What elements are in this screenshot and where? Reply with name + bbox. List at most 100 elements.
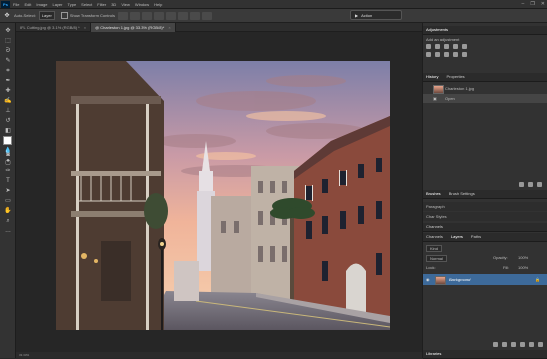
- history-item-open[interactable]: ▣ Open: [423, 94, 547, 103]
- tab-paths[interactable]: Paths: [471, 233, 481, 241]
- menu-bar: Ps File Edit Image Layer Type Select Fil…: [0, 0, 547, 9]
- crop-icon[interactable]: ⌗: [3, 67, 13, 75]
- tab-layers[interactable]: Layers: [451, 233, 463, 241]
- align-middle-icon[interactable]: [165, 11, 176, 20]
- vibrance-icon[interactable]: [462, 44, 467, 49]
- new-snapshot-icon[interactable]: [519, 182, 524, 187]
- move-tool-icon[interactable]: ✥: [0, 9, 14, 23]
- path-select-icon[interactable]: ➤: [3, 187, 13, 195]
- photo-filter-icon[interactable]: [453, 52, 458, 57]
- 3d-mode-icon[interactable]: [201, 11, 212, 20]
- paragraph-tab[interactable]: Paragraph: [423, 202, 547, 211]
- menu-3d[interactable]: 3D: [111, 2, 116, 7]
- align-right-icon[interactable]: [141, 11, 152, 20]
- menu-help[interactable]: Help: [154, 2, 162, 7]
- tab-history[interactable]: History: [426, 73, 438, 81]
- tab-charleston[interactable]: @ Charleston 1.jpg @ 33.3% (RGB/8)* ×: [91, 23, 176, 32]
- close-tab-icon[interactable]: ×: [84, 23, 86, 32]
- bw-icon[interactable]: [444, 52, 449, 57]
- fill-value[interactable]: 100%: [518, 265, 528, 270]
- menu-view[interactable]: View: [121, 2, 130, 7]
- opacity-label: Opacity:: [493, 255, 508, 260]
- shape-icon[interactable]: ▭: [3, 197, 13, 205]
- document-tabs: IFL Cutting.jpg @ 3.1% (RGB/8) * × @ Cha…: [16, 23, 422, 32]
- document-canvas-image[interactable]: [56, 61, 390, 330]
- zoom-icon[interactable]: ⌕: [3, 217, 13, 225]
- menu-filter[interactable]: Filter: [97, 2, 106, 7]
- brush-icon[interactable]: ✍: [3, 97, 13, 105]
- layer-name[interactable]: Background: [449, 277, 470, 282]
- hue-sat-icon[interactable]: [426, 52, 431, 57]
- history-brush-icon[interactable]: ↺: [3, 117, 13, 125]
- marquee-icon[interactable]: ⬚: [3, 37, 13, 45]
- history-item-snapshot[interactable]: Charleston 1.jpg: [423, 84, 547, 94]
- align-bottom-icon[interactable]: [177, 11, 188, 20]
- layer-row-background[interactable]: ◉ Background 🔒: [423, 274, 547, 285]
- close-tab-icon[interactable]: ×: [168, 23, 170, 32]
- curves-icon[interactable]: [444, 44, 449, 49]
- lasso-icon[interactable]: ᘐ: [3, 47, 13, 55]
- quick-select-icon[interactable]: ✎: [3, 57, 13, 65]
- exposure-icon[interactable]: [453, 44, 458, 49]
- camera-icon[interactable]: [528, 182, 533, 187]
- char-styles-tab[interactable]: Char Styles: [423, 212, 547, 221]
- maximize-icon[interactable]: ❐: [530, 1, 534, 7]
- folder-icon[interactable]: [529, 342, 534, 347]
- align-left-icon[interactable]: [117, 11, 128, 20]
- eyedropper-icon[interactable]: ✒: [3, 77, 13, 85]
- menu-edit[interactable]: Edit: [24, 2, 31, 7]
- adjustments-panel-header[interactable]: Adjustments: [423, 26, 547, 35]
- mask-icon[interactable]: [511, 342, 516, 347]
- visibility-eye-icon[interactable]: ◉: [426, 277, 430, 282]
- kind-filter-dropdown[interactable]: Kind: [426, 245, 443, 252]
- opacity-value[interactable]: 100%: [518, 255, 528, 260]
- channels-section-title[interactable]: Channels: [426, 223, 443, 231]
- tab-brush-settings[interactable]: Brush Settings: [449, 190, 475, 198]
- color-balance-icon[interactable]: [435, 52, 440, 57]
- tab-ifl-cutting[interactable]: IFL Cutting.jpg @ 3.1% (RGB/8) * ×: [16, 23, 92, 32]
- healing-brush-icon[interactable]: ✚: [3, 87, 13, 95]
- transform-controls-checkbox[interactable]: [60, 12, 68, 19]
- tab-brushes[interactable]: Brushes: [426, 190, 441, 198]
- quick-mask-icon[interactable]: ◙: [3, 151, 13, 159]
- action-button[interactable]: ▶ Action: [350, 10, 402, 20]
- brightness-icon[interactable]: [426, 44, 431, 49]
- distribute-icon[interactable]: [189, 11, 200, 20]
- more-tools-icon[interactable]: …: [3, 227, 13, 235]
- move-icon[interactable]: ✥: [3, 27, 13, 35]
- screen-mode-icon[interactable]: ▢: [3, 159, 13, 167]
- link-icon[interactable]: [493, 342, 498, 347]
- layer-thumbnail: [435, 276, 446, 285]
- new-layer-icon[interactable]: [538, 342, 543, 347]
- tab-libraries[interactable]: Libraries: [426, 350, 441, 358]
- channel-mixer-icon[interactable]: [462, 52, 467, 57]
- tab-properties[interactable]: Properties: [446, 73, 464, 81]
- minimize-icon[interactable]: –: [522, 1, 525, 7]
- fx-icon[interactable]: [502, 342, 507, 347]
- tab-channels[interactable]: Channels: [426, 233, 443, 241]
- menu-image[interactable]: Image: [36, 2, 47, 7]
- menu-window[interactable]: Window: [135, 2, 149, 7]
- trash-icon[interactable]: [537, 182, 542, 187]
- adjustment-icons-row2: [426, 52, 467, 57]
- levels-icon[interactable]: [435, 44, 440, 49]
- foreground-color-swatch[interactable]: [3, 136, 12, 145]
- eraser-icon[interactable]: ◧: [3, 127, 13, 135]
- menu-layer[interactable]: Layer: [52, 2, 62, 7]
- fill-label: Fill:: [503, 265, 510, 270]
- menu-file[interactable]: File: [13, 2, 19, 7]
- pen-icon[interactable]: ✑: [3, 167, 13, 175]
- align-center-icon[interactable]: [129, 11, 140, 20]
- menu-select[interactable]: Select: [81, 2, 92, 7]
- lock-row: Lock: Fill: 100%: [423, 264, 547, 273]
- auto-select-dropdown[interactable]: Layer: [38, 11, 55, 20]
- align-top-icon[interactable]: [153, 11, 164, 20]
- menu-type[interactable]: Type: [68, 2, 77, 7]
- blend-mode-dropdown[interactable]: Normal: [426, 255, 447, 262]
- type-icon[interactable]: T: [3, 177, 13, 185]
- adjustment-layer-icon[interactable]: [520, 342, 525, 347]
- hand-icon[interactable]: ✋: [3, 207, 13, 215]
- close-icon[interactable]: ✕: [541, 1, 545, 7]
- window-controls: – ❐ ✕: [522, 1, 545, 7]
- clone-stamp-icon[interactable]: ⊥: [3, 107, 13, 115]
